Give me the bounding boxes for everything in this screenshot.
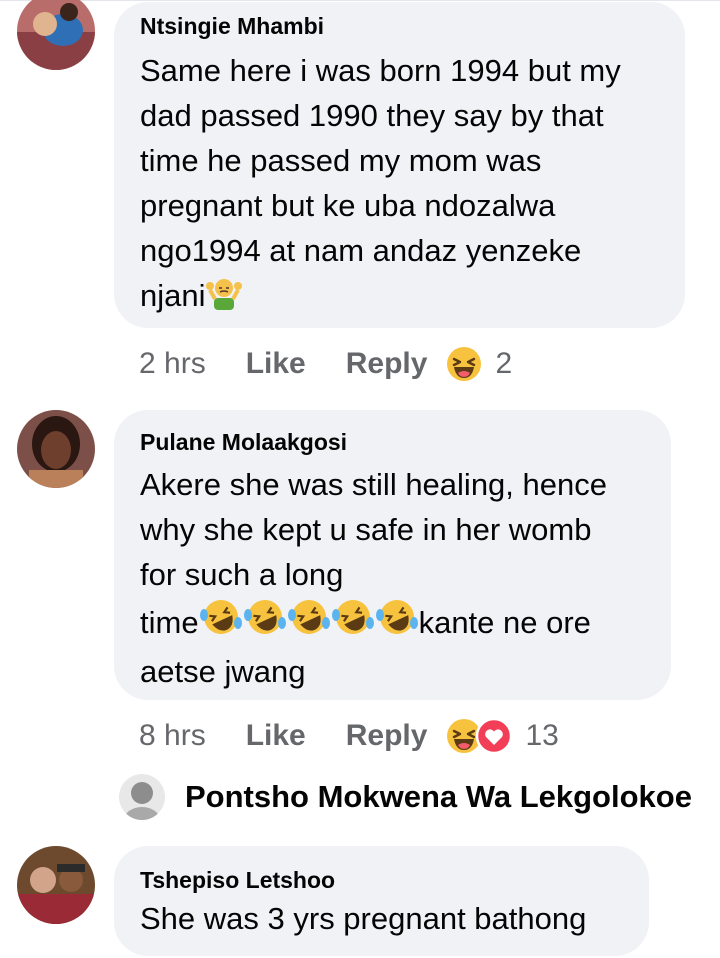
divider: [0, 0, 720, 1]
comment-text-line: time he passed my mom was: [140, 143, 542, 178]
reactions-summary[interactable]: [445, 345, 483, 383]
reply-button[interactable]: Reply: [346, 347, 428, 381]
rolling-on-floor-laughing-emoji: [199, 597, 243, 649]
comment-text-line: ngo1994 at nam andaz yenzeke: [140, 233, 582, 268]
rolling-on-floor-laughing-emoji: [375, 597, 419, 649]
avatar-photo-icon: [17, 846, 95, 924]
person-shrugging-emoji: [205, 274, 242, 322]
comment-text-fragment: njani: [140, 278, 206, 313]
like-button[interactable]: Like: [246, 347, 306, 381]
avatar[interactable]: [17, 0, 95, 70]
rolling-on-floor-laughing-emoji: [287, 597, 331, 649]
like-button[interactable]: Like: [246, 719, 306, 753]
reply-button[interactable]: Reply: [346, 719, 428, 753]
comments-feed: Ntsingie Mhambi Same here i was born 199…: [0, 0, 720, 958]
rolling-on-floor-laughing-emoji: [331, 597, 375, 649]
comment-text: Same here i was born 1994 but my dad pas…: [140, 48, 659, 322]
comment-text-line: for such a long: [140, 557, 344, 592]
comment-text-line: why she kept u safe in her womb: [140, 512, 592, 547]
reply-author[interactable]: Pontsho Mokwena Wa Lekgolokoe: [185, 779, 692, 815]
comment-timestamp[interactable]: 8 hrs: [139, 719, 206, 753]
laughing-face-icon: [447, 347, 482, 381]
comment-text-fragment: kante ne ore: [418, 605, 591, 640]
reactions-summary[interactable]: [445, 717, 513, 755]
avatar[interactable]: [119, 774, 165, 820]
reaction-count[interactable]: 13: [525, 719, 558, 753]
avatar-photo-icon: [119, 774, 165, 820]
comment-bubble[interactable]: Pulane Molaakgosi Akere she was still he…: [114, 410, 671, 700]
comment-text-line: pregnant but ke uba ndozalwa: [140, 188, 556, 223]
comment-actions: 8 hrs Like Reply 13: [139, 716, 559, 756]
comment-author[interactable]: Ntsingie Mhambi: [140, 12, 659, 40]
rolling-on-floor-laughing-emoji: [243, 597, 287, 649]
comment-bubble[interactable]: Ntsingie Mhambi Same here i was born 199…: [114, 2, 685, 328]
comment-text-line-with-emoji: njani: [140, 273, 659, 322]
comment-text: Akere she was still healing, hence why s…: [140, 462, 645, 694]
comment-text-line: aetse jwang: [140, 654, 306, 689]
comment-text-line: dad passed 1990 they say by that: [140, 98, 604, 133]
avatar[interactable]: [17, 846, 95, 924]
comment-bubble[interactable]: Tshepiso Letshoo She was 3 yrs pregnant …: [114, 846, 649, 956]
reaction-count[interactable]: 2: [495, 347, 512, 381]
comment-author[interactable]: Tshepiso Letshoo: [140, 866, 623, 894]
avatar[interactable]: [17, 410, 95, 488]
comment-text-line: Same here i was born 1994 but my: [140, 53, 621, 88]
heart-icon: [476, 717, 513, 755]
comment-text-fragment: time: [140, 605, 199, 640]
avatar-photo-icon: [17, 0, 95, 70]
comment-text: She was 3 yrs pregnant bathong: [140, 901, 587, 936]
comment-text-line-with-emoji: time kante ne ore: [140, 597, 645, 649]
comment-timestamp[interactable]: 2 hrs: [139, 347, 206, 381]
comment-text-line: Akere she was still healing, hence: [140, 467, 607, 502]
comment-actions: 2 hrs Like Reply 2: [139, 344, 512, 384]
avatar-photo-icon: [17, 410, 95, 488]
comment-author[interactable]: Pulane Molaakgosi: [140, 428, 645, 456]
reply-thread-row[interactable]: Pontsho Mokwena Wa Lekgolokoe: [119, 774, 692, 820]
